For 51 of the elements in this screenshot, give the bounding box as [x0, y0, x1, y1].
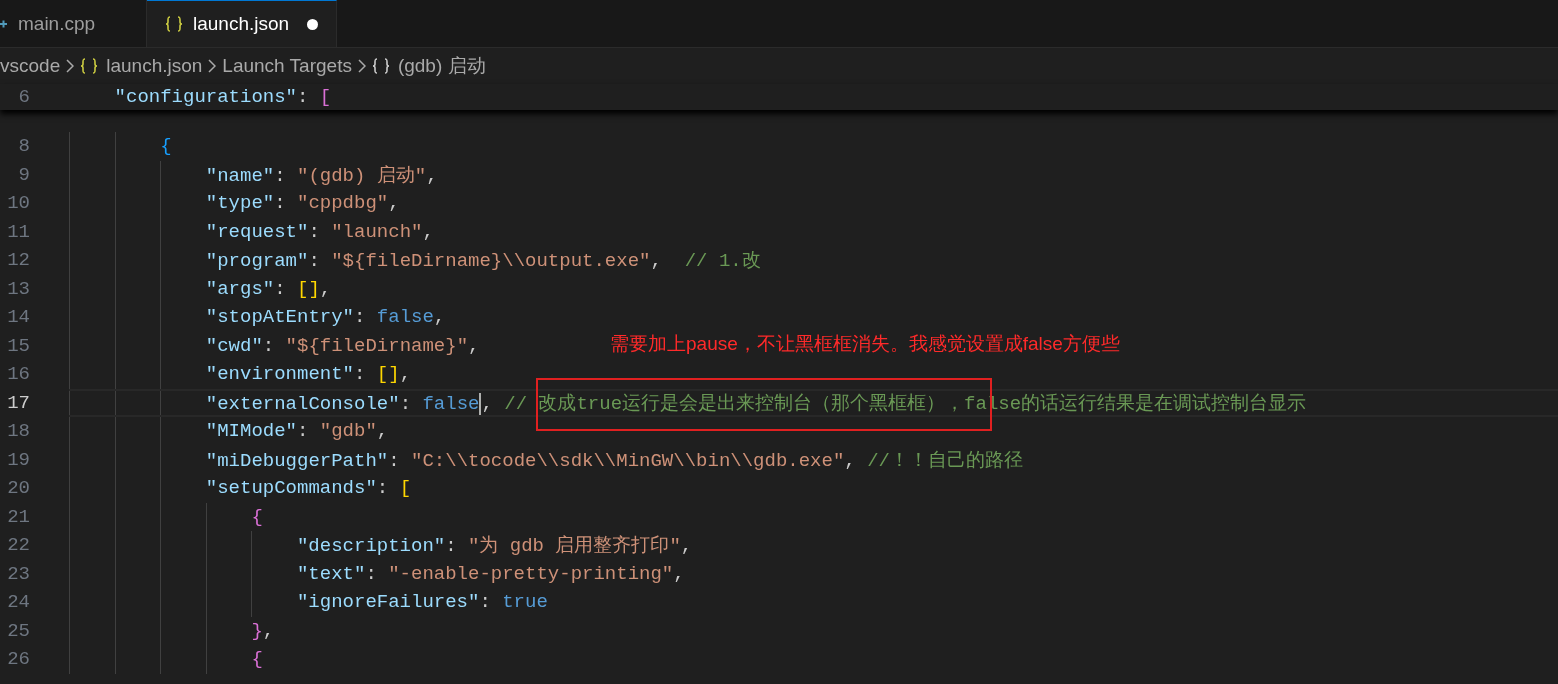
line-number: 18: [6, 420, 30, 443]
line-number: 20: [6, 477, 30, 500]
code-line: {: [69, 645, 1558, 674]
line-number: 25: [6, 619, 30, 642]
editor-tab[interactable]: main.cpp: [0, 0, 147, 47]
code-line: "environment": [],: [69, 360, 1558, 389]
code-line: {: [69, 502, 1558, 531]
line-number: 16: [6, 363, 30, 386]
line-number: 13: [6, 277, 30, 300]
chevron-icon: [66, 59, 75, 73]
code-line: "MIMode": "gdb",: [69, 417, 1558, 446]
code-line: "miDebuggerPath": "C:\\tocode\\sdk\\MinGW\\bin\\gdb.exe", //！！自己的路径: [69, 445, 1558, 474]
line-number: 21: [6, 505, 30, 528]
line-number: 22: [6, 534, 30, 557]
line-number: 12: [6, 249, 30, 272]
line-number: 6: [17, 86, 30, 108]
line-number: 14: [6, 306, 30, 329]
chevron-icon: [208, 59, 217, 73]
annotation-note: 需要加上pause，不让黑框框消失。我感觉设置成false方便些: [610, 332, 1120, 356]
breadcrumb-item[interactable]: vscode: [0, 55, 61, 77]
braces-icon: [80, 58, 99, 74]
line-number: 23: [6, 562, 30, 585]
line-number: 26: [6, 648, 30, 671]
code-line: "description": "为 gdb 启用整齐打印",: [69, 531, 1558, 560]
line-number: 9: [17, 163, 30, 186]
braces-icon: [165, 16, 183, 32]
code-line: "request": "launch",: [69, 217, 1558, 246]
line-number: 11: [6, 220, 30, 243]
breadcrumb-item[interactable]: Launch Targets: [222, 55, 352, 77]
chevron-icon: [357, 59, 366, 73]
editor-tab[interactable]: launch.json: [147, 0, 338, 47]
braces-icon: [371, 58, 390, 74]
code-line: "configurations": [: [113, 85, 333, 110]
line-number: 8: [17, 135, 30, 158]
code-line: "name": "(gdb) 启动",: [69, 160, 1558, 189]
line-number: 15: [6, 334, 30, 357]
line-number: 17: [6, 391, 30, 414]
code-line: "text": "-enable-pretty-printing",: [69, 559, 1558, 588]
breadcrumb-item[interactable]: launch.json: [106, 55, 203, 77]
line-number: 19: [6, 448, 30, 471]
code-line: },: [69, 616, 1558, 645]
breadcrumb-item[interactable]: (gdb) 启动: [397, 53, 486, 79]
code-line: "ignoreFailures": true: [69, 588, 1558, 617]
code-line: "program": "${fileDirname}\\output.exe", // 1.改: [69, 246, 1558, 275]
line-number: 24: [6, 591, 30, 614]
code-line: "args": [],: [69, 274, 1558, 303]
code-line: "stopAtEntry": false,: [69, 303, 1558, 332]
code-line: "type": "cppdbg",: [69, 189, 1558, 218]
code-line: "setupCommands": [: [69, 474, 1558, 503]
code-line: {: [69, 132, 1558, 161]
line-number: 10: [6, 192, 30, 215]
